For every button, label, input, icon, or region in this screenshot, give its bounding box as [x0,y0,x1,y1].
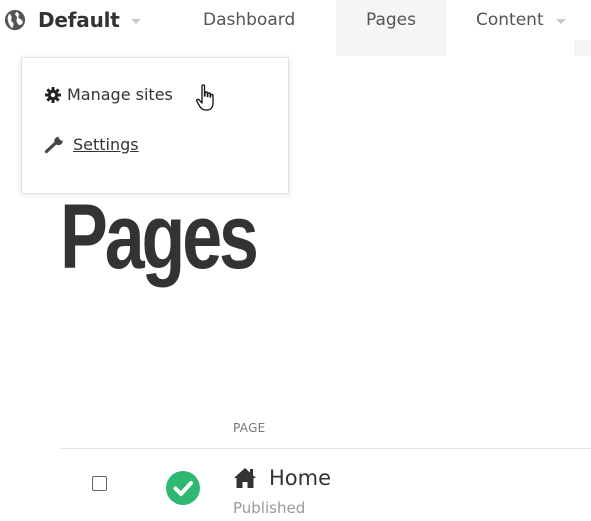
menu-item-settings[interactable]: Settings [45,135,139,154]
table-row: Home Published [60,449,591,521]
nav-edge [574,40,591,56]
home-icon [234,468,256,488]
site-switcher[interactable]: Default [4,0,141,40]
menu-item-label: Manage sites [67,85,173,104]
menu-item-manage-sites[interactable]: Manage sites [45,85,173,104]
page-title: Pages [60,186,259,288]
site-name: Default [38,8,120,32]
wrench-icon [45,136,64,153]
nav-content-label: Content [476,10,544,30]
nav-pages[interactable]: Pages [336,0,446,56]
table-header: PAGE [60,413,591,449]
chevron-down-icon [130,18,141,24]
menu-item-label: Settings [73,135,139,154]
chevron-down-icon [555,18,566,24]
check-circle-icon [166,471,200,505]
row-status-text: Published [233,499,306,517]
column-header-page: PAGE [233,421,266,435]
hand-cursor-icon [195,84,214,111]
top-navbar: Default Dashboard Pages Content [0,0,591,56]
globe-icon [4,9,26,31]
row-title-link[interactable]: Home [269,466,331,490]
nav-content[interactable]: Content [476,0,566,40]
nav-dashboard[interactable]: Dashboard [203,0,295,56]
gear-icon [45,86,61,103]
site-dropdown-menu: Manage sites Settings [21,57,289,194]
row-checkbox[interactable] [92,476,107,491]
